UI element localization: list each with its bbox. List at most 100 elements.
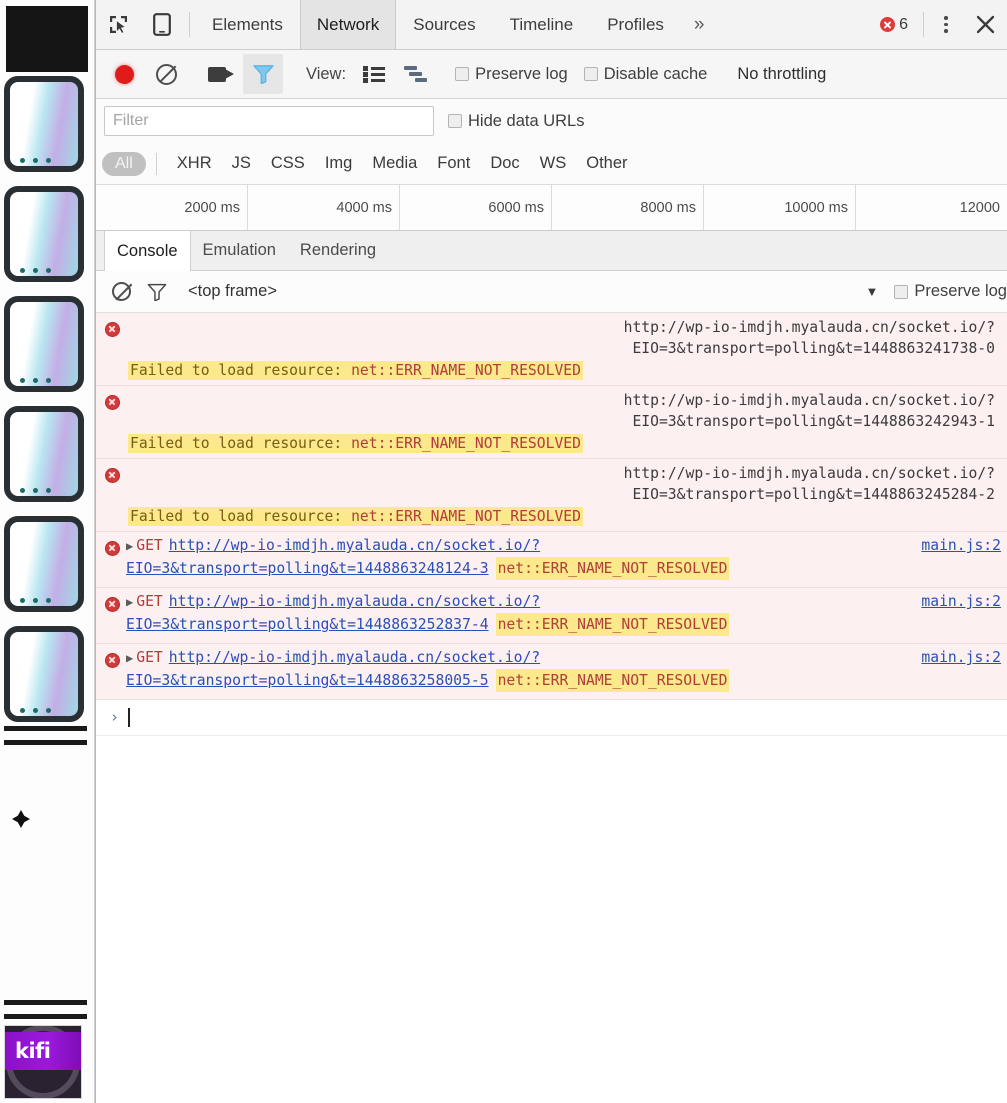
screenshot-root: kifi Elements Network Sources Timeline P… — [0, 0, 1007, 1103]
console-message-row[interactable]: ▶ GET http://wp-io-imdjh.myalauda.cn/soc… — [96, 532, 1007, 588]
console-prompt[interactable]: › — [96, 700, 1007, 736]
filter-css[interactable]: CSS — [261, 154, 315, 173]
filter-xhr[interactable]: XHR — [167, 154, 222, 173]
expand-triangle-icon[interactable]: ▶ — [126, 648, 133, 669]
failure-prefix: Failed to load resource: — [130, 362, 352, 379]
tab-network[interactable]: Network — [299, 0, 397, 49]
message-url-line2: EIO=3&transport=polling&t=1448863242943-… — [632, 413, 995, 430]
filter-separator — [155, 152, 157, 175]
resource-type-filters: All XHR JS CSS Img Media Font Doc WS Oth… — [96, 143, 1007, 185]
preserve-log-label: Preserve log — [475, 64, 568, 83]
page-divider — [4, 740, 87, 745]
kifi-badge[interactable]: kifi — [4, 1025, 82, 1099]
camera-icon[interactable] — [201, 54, 241, 94]
record-button-icon[interactable] — [104, 54, 144, 94]
funnel-filter-icon[interactable] — [144, 279, 170, 305]
expand-triangle-icon[interactable]: ▶ — [126, 536, 133, 557]
message-url-line2[interactable]: EIO=3&transport=polling&t=1448863252837-… — [126, 614, 489, 635]
kifi-label: kifi — [15, 1039, 51, 1063]
funnel-filter-icon[interactable] — [243, 54, 283, 94]
filter-media[interactable]: Media — [362, 154, 427, 173]
tab-timeline[interactable]: Timeline — [493, 0, 591, 49]
message-source-link[interactable]: main.js:2 — [921, 591, 1001, 612]
message-source-link[interactable]: main.js:2 — [921, 647, 1001, 668]
filter-all[interactable]: All — [102, 151, 146, 176]
console-message-row[interactable]: http://wp-io-imdjh.myalauda.cn/socket.io… — [96, 313, 1007, 386]
message-source-link[interactable]: main.js:2 — [921, 535, 1001, 556]
device-toolbar-icon[interactable] — [140, 0, 184, 49]
message-url-line2[interactable]: EIO=3&transport=polling&t=1448863258005-… — [126, 670, 489, 691]
error-count-badge[interactable]: 6 — [880, 0, 918, 49]
console-message-list[interactable]: http://wp-io-imdjh.myalauda.cn/socket.io… — [96, 313, 1007, 1103]
page-card[interactable] — [4, 296, 84, 392]
http-verb: GET — [136, 649, 163, 666]
checkbox-box — [894, 284, 909, 299]
message-head: ▶ GET http://wp-io-imdjh.myalauda.cn/soc… — [126, 591, 1001, 613]
error-icon — [105, 468, 120, 483]
network-toolbar: View: Preserve log Disable cache No thro… — [96, 50, 1007, 99]
console-message-row[interactable]: ▶ GET http://wp-io-imdjh.myalauda.cn/soc… — [96, 644, 1007, 700]
message-tail: EIO=3&transport=polling&t=1448863248124-… — [126, 557, 1001, 580]
message-tail: EIO=3&transport=polling&t=1448863252837-… — [126, 613, 1001, 636]
message-url-line1[interactable]: http://wp-io-imdjh.myalauda.cn/socket.io… — [169, 591, 540, 612]
filter-js[interactable]: JS — [222, 154, 261, 173]
filter-input[interactable] — [104, 106, 434, 136]
console-toolbar: <top frame> ▼ Preserve log — [96, 271, 1007, 313]
timeline-ruler[interactable]: 2000 ms 4000 ms 6000 ms 8000 ms 10000 ms… — [96, 185, 1007, 231]
devtools-tabbar: Elements Network Sources Timeline Profil… — [96, 0, 1007, 50]
tab-sources[interactable]: Sources — [396, 0, 492, 49]
close-icon[interactable] — [963, 0, 1007, 49]
console-message-row[interactable]: http://wp-io-imdjh.myalauda.cn/socket.io… — [96, 459, 1007, 532]
page-card[interactable] — [4, 406, 84, 502]
console-message-row[interactable]: ▶ GET http://wp-io-imdjh.myalauda.cn/soc… — [96, 588, 1007, 644]
failure-code: net::ERR_NAME_NOT_RESOLVED — [351, 508, 581, 525]
waterfall-view-icon[interactable] — [396, 54, 436, 94]
ruler-tick: 6000 ms — [400, 185, 552, 230]
throttling-select[interactable]: No throttling — [737, 65, 826, 84]
page-divider — [4, 1014, 87, 1019]
frame-selector[interactable]: <top frame> — [188, 282, 277, 301]
message-url-line2[interactable]: EIO=3&transport=polling&t=1448863248124-… — [126, 558, 489, 579]
filter-doc[interactable]: Doc — [480, 154, 529, 173]
filter-other[interactable]: Other — [576, 154, 637, 173]
tab-profiles[interactable]: Profiles — [590, 0, 681, 49]
tabbar-spacer — [717, 0, 880, 49]
hide-data-urls-checkbox[interactable]: Hide data URLs — [448, 112, 584, 131]
failure-prefix: Failed to load resource: — [130, 508, 352, 525]
tab-elements[interactable]: Elements — [195, 0, 300, 49]
failure-code: net::ERR_NAME_NOT_RESOLVED — [495, 557, 730, 580]
message-url-line1[interactable]: http://wp-io-imdjh.myalauda.cn/socket.io… — [169, 535, 540, 556]
console-preserve-log-label: Preserve log — [914, 282, 1007, 300]
filter-ws[interactable]: WS — [530, 154, 577, 173]
hide-data-urls-label: Hide data URLs — [468, 111, 585, 130]
message-url-line1: http://wp-io-imdjh.myalauda.cn/socket.io… — [623, 465, 995, 482]
tab-emulation[interactable]: Emulation — [191, 231, 288, 270]
list-view-icon[interactable] — [354, 54, 394, 94]
page-card[interactable] — [4, 516, 84, 612]
filter-img[interactable]: Img — [315, 154, 363, 173]
inspect-element-icon[interactable] — [96, 0, 140, 49]
console-preserve-log-checkbox[interactable]: Preserve log — [894, 282, 1007, 301]
page-card[interactable] — [4, 76, 84, 172]
clear-icon[interactable] — [146, 54, 186, 94]
page-card[interactable] — [4, 186, 84, 282]
tab-console[interactable]: Console — [104, 231, 191, 271]
tab-more-chevron-icon[interactable]: » — [681, 0, 718, 49]
message-failure: Failed to load resource: net::ERR_NAME_N… — [128, 506, 1001, 527]
message-url: http://wp-io-imdjh.myalauda.cn/socket.io… — [128, 463, 1001, 505]
disable-cache-checkbox[interactable]: Disable cache — [583, 65, 707, 84]
clear-console-icon[interactable] — [108, 279, 134, 305]
devtools-tabs: Elements Network Sources Timeline Profil… — [195, 0, 717, 49]
expand-triangle-icon[interactable]: ▶ — [126, 592, 133, 613]
kebab-menu-icon[interactable] — [929, 0, 963, 49]
error-icon — [105, 541, 120, 556]
filter-font[interactable]: Font — [427, 154, 480, 173]
console-message-row[interactable]: http://wp-io-imdjh.myalauda.cn/socket.io… — [96, 386, 1007, 459]
tab-rendering[interactable]: Rendering — [288, 231, 388, 270]
failure-prefix: Failed to load resource: — [130, 435, 352, 452]
chevron-down-icon[interactable]: ▼ — [865, 284, 878, 299]
message-url-line1[interactable]: http://wp-io-imdjh.myalauda.cn/socket.io… — [169, 647, 540, 668]
preserve-log-checkbox[interactable]: Preserve log — [455, 65, 568, 84]
ruler-tick: 10000 ms — [704, 185, 856, 230]
page-card[interactable] — [4, 626, 84, 722]
